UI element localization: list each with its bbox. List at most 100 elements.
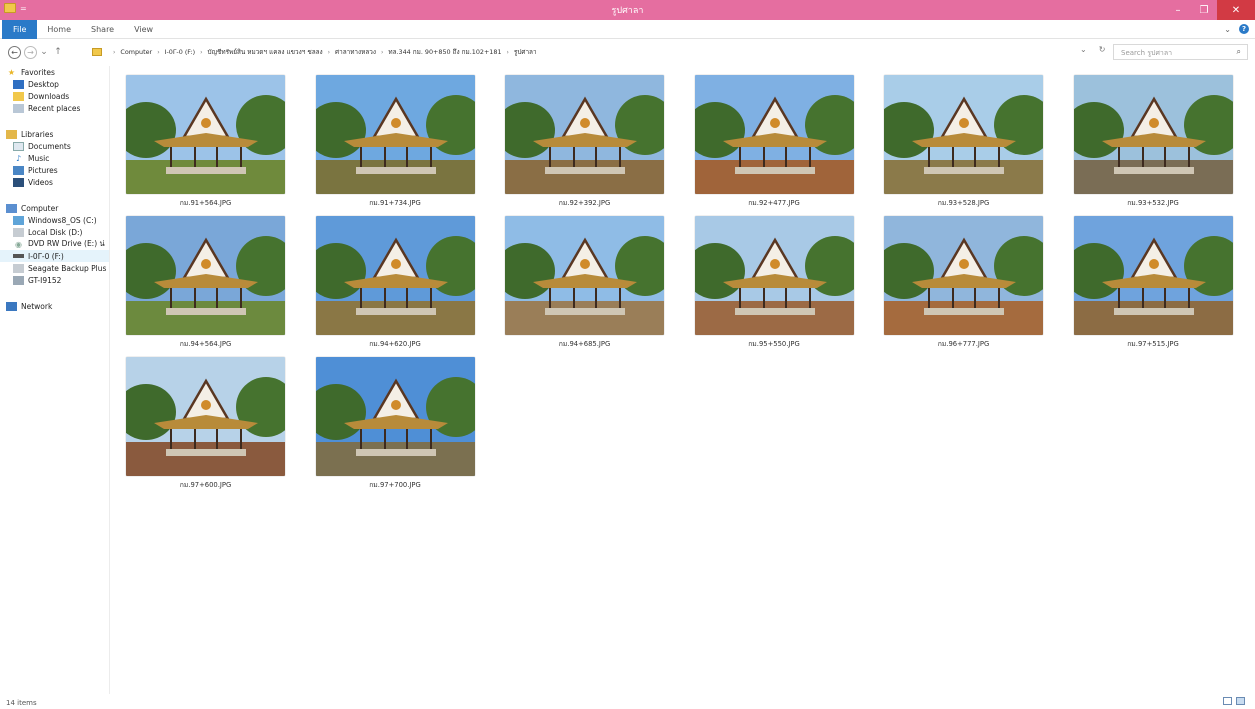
drive-icon xyxy=(13,227,24,237)
navigation-pane: ★ Favorites Desktop Downloads Recent plac… xyxy=(0,66,110,694)
search-input[interactable]: Search รูปศาลา ⌕ xyxy=(1113,44,1248,60)
nav-libraries[interactable]: Libraries xyxy=(0,128,109,140)
item-count: 14 items xyxy=(6,699,37,707)
nav-documents[interactable]: Documents xyxy=(0,140,109,152)
up-button[interactable]: ↑ xyxy=(51,47,65,57)
nav-videos[interactable]: Videos xyxy=(0,176,109,188)
address-dropdown-icon[interactable]: ⌄ xyxy=(1080,45,1087,54)
large-icons-view-icon[interactable] xyxy=(1236,697,1245,705)
file-tile[interactable]: กม.94+620.JPG xyxy=(308,211,478,351)
star-icon: ★ xyxy=(7,67,16,77)
file-tile[interactable]: กม.97+600.JPG xyxy=(118,352,288,492)
device-icon xyxy=(13,275,24,285)
image-thumbnail[interactable] xyxy=(505,75,664,194)
dvd-icon: ◉ xyxy=(15,239,22,249)
computer-icon xyxy=(6,203,17,213)
image-thumbnail[interactable] xyxy=(126,216,285,335)
nav-drive-d[interactable]: Local Disk (D:) xyxy=(0,226,109,238)
recent-places-icon xyxy=(13,103,24,113)
folder-icon xyxy=(92,48,102,56)
music-icon: ♪ xyxy=(15,153,22,163)
file-tile[interactable]: กม.91+564.JPG xyxy=(118,70,288,210)
file-tile[interactable]: กม.97+700.JPG xyxy=(308,352,478,492)
breadcrumb-drive[interactable]: I-0Γ-0 (F:) xyxy=(165,48,196,56)
maximize-button[interactable]: ❐ xyxy=(1191,0,1217,20)
image-thumbnail[interactable] xyxy=(694,75,854,194)
breadcrumb-folder[interactable]: บัญชีทรัพย์สิน หมวดฯ แคลง แขวงฯ ชลลง xyxy=(208,47,323,57)
nav-pictures[interactable]: Pictures xyxy=(0,164,109,176)
recent-locations-button[interactable]: ⌄ xyxy=(37,47,51,57)
nav-drive-c[interactable]: Windows8_OS (C:) xyxy=(0,214,109,226)
file-name: กม.94+564.JPG xyxy=(179,340,232,348)
tab-file[interactable]: File xyxy=(2,19,38,39)
file-tile[interactable]: กม.97+515.JPG xyxy=(1066,211,1236,351)
nav-drive-f[interactable]: I-0Γ-0 (F:) xyxy=(0,250,109,262)
nav-network[interactable]: Network xyxy=(0,300,109,312)
file-name: กม.94+620.JPG xyxy=(369,340,421,348)
file-name: กม.93+528.JPG xyxy=(937,199,990,207)
nav-computer[interactable]: Computer xyxy=(0,202,109,214)
file-tile[interactable]: กม.96+777.JPG xyxy=(876,211,1046,351)
image-thumbnail[interactable] xyxy=(126,75,285,194)
drive-icon xyxy=(13,215,24,225)
drive-icon xyxy=(13,263,24,273)
file-tile[interactable]: กม.94+564.JPG xyxy=(118,211,288,351)
nav-music[interactable]: ♪ Music xyxy=(0,152,109,164)
documents-icon xyxy=(13,141,24,151)
tab-view[interactable]: View xyxy=(124,20,163,39)
nav-desktop[interactable]: Desktop xyxy=(0,78,109,90)
help-icon[interactable]: ? xyxy=(1239,24,1249,34)
file-name: กม.96+777.JPG xyxy=(937,340,990,348)
file-tile[interactable]: กม.92+477.JPG xyxy=(687,70,857,210)
file-tile[interactable]: กม.95+550.JPG xyxy=(687,211,857,351)
nav-favorites[interactable]: ★ Favorites xyxy=(0,66,109,78)
image-thumbnail[interactable] xyxy=(694,216,854,335)
downloads-icon xyxy=(13,91,24,101)
search-icon[interactable]: ⌕ xyxy=(1237,47,1241,57)
search-placeholder: Search รูปศาลา xyxy=(1121,49,1173,57)
details-view-icon[interactable] xyxy=(1223,697,1232,705)
file-tile[interactable]: กม.91+734.JPG xyxy=(308,70,478,210)
image-thumbnail[interactable] xyxy=(1073,75,1233,194)
network-icon xyxy=(6,301,17,311)
back-button[interactable]: ← xyxy=(8,45,21,59)
image-thumbnail[interactable] xyxy=(126,357,285,476)
desktop-icon xyxy=(13,79,24,89)
image-thumbnail[interactable] xyxy=(315,357,475,476)
file-name: กม.92+392.JPG xyxy=(558,199,611,207)
expand-ribbon-icon[interactable]: ⌄ xyxy=(1224,25,1231,34)
nav-downloads[interactable]: Downloads xyxy=(0,90,109,102)
forward-button[interactable]: → xyxy=(24,45,37,59)
tab-share[interactable]: Share xyxy=(81,20,124,39)
breadcrumb-folder[interactable]: ทล.344 กม. 90+850 ถึง กม.102+181 xyxy=(388,47,501,57)
address-bar[interactable]: › Computer › I-0Γ-0 (F:) › บัญชีทรัพย์สิ… xyxy=(92,43,1108,61)
file-name: กม.91+564.JPG xyxy=(179,199,232,207)
image-thumbnail[interactable] xyxy=(1073,216,1233,335)
nav-seagate[interactable]: Seagate Backup Plus xyxy=(0,262,109,274)
tab-home[interactable]: Home xyxy=(37,20,81,39)
file-tile[interactable]: กม.93+532.JPG xyxy=(1066,70,1236,210)
nav-recent-places[interactable]: Recent places xyxy=(0,102,109,114)
minimize-button[interactable]: – xyxy=(1165,0,1191,20)
refresh-button[interactable]: ↻ xyxy=(1099,45,1106,54)
file-tile[interactable]: กม.92+392.JPG xyxy=(497,70,667,210)
libraries-icon xyxy=(6,129,17,139)
image-thumbnail[interactable] xyxy=(315,75,475,194)
breadcrumb-folder[interactable]: ศาลาทางหลวง xyxy=(335,47,376,57)
close-button[interactable]: ✕ xyxy=(1217,0,1255,20)
file-name: กม.95+550.JPG xyxy=(748,340,800,348)
nav-drive-e[interactable]: ◉ DVD RW Drive (E:) น่ xyxy=(0,238,109,250)
pictures-icon xyxy=(13,165,24,175)
file-tile[interactable]: กม.94+685.JPG xyxy=(497,211,667,351)
nav-device[interactable]: GT-I9152 xyxy=(0,274,109,286)
file-name: กม.97+600.JPG xyxy=(179,481,232,489)
image-thumbnail[interactable] xyxy=(884,216,1043,335)
image-thumbnail[interactable] xyxy=(505,216,664,335)
image-thumbnail[interactable] xyxy=(884,75,1043,194)
window-title: รูปศาลา xyxy=(611,6,644,16)
breadcrumb-current[interactable]: รูปศาลา xyxy=(514,47,537,57)
image-thumbnail[interactable] xyxy=(315,216,475,335)
title-bar: = รูปศาลา – ❐ ✕ xyxy=(0,0,1255,20)
breadcrumb-computer[interactable]: Computer xyxy=(120,48,152,56)
file-tile[interactable]: กม.93+528.JPG xyxy=(876,70,1046,210)
